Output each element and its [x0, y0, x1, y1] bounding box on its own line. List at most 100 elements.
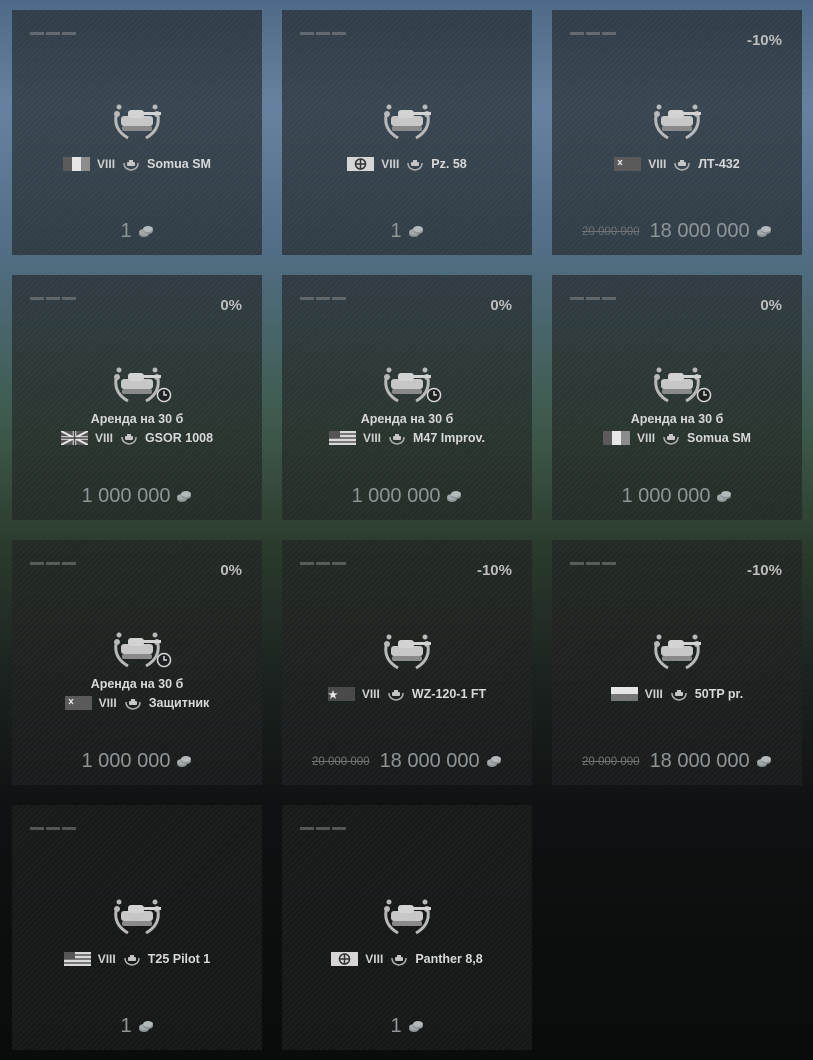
price-line: 20 000 000 18 000 000: [552, 220, 802, 243]
price: 1: [390, 1015, 402, 1037]
vehicle-line: VIII GSOR 1008: [12, 431, 262, 445]
clock-icon: [156, 387, 172, 403]
vehicle-line: VIII ЛТ-432: [552, 157, 802, 171]
price: 18 000 000: [379, 750, 480, 772]
credits-icon: [717, 490, 732, 502]
usa-flag-icon: [63, 952, 91, 966]
tier-label: VIII: [644, 687, 663, 701]
discount-badge: -10%: [476, 562, 512, 579]
premium-tank-icon: [671, 690, 687, 701]
tank-rank-bar-icon: [30, 562, 76, 565]
vehicle-line: VIII Somua SM: [552, 431, 802, 445]
tank-rank-bar-icon: [570, 297, 616, 300]
tank-wreath-emblem-icon: [384, 104, 431, 140]
price-line: 1 000 000: [12, 750, 262, 773]
germany-flag-icon: [331, 952, 359, 966]
tank-rank-bar-icon: [30, 32, 76, 35]
price: 18 000 000: [649, 220, 750, 242]
credits-icon: [138, 1020, 153, 1032]
price: 1: [120, 1015, 132, 1037]
tier-label: VIII: [362, 431, 381, 445]
credits-icon: [447, 490, 462, 502]
china-flag-icon: [327, 687, 355, 701]
rental-label: Аренда на 30 б: [630, 412, 724, 426]
rental-label: Аренда на 30 б: [360, 412, 454, 426]
clock-icon: [426, 387, 442, 403]
price: 1: [120, 220, 132, 242]
tank-rank-bar-icon: [30, 827, 76, 830]
premium-tank-icon: [407, 160, 424, 171]
price: 1: [390, 220, 402, 242]
vehicle-name: Somua SM: [147, 157, 211, 171]
vehicle-offer-card[interactable]: 0% Аренда на 30 б VIII Somua SM 1 000 00…: [552, 275, 802, 520]
vehicle-line: VIII M47 Improv.: [282, 431, 532, 445]
vehicle-offer-card[interactable]: VIII Somua SM 1: [12, 10, 262, 255]
usa-flag-icon: [328, 431, 356, 445]
vehicle-offer-card[interactable]: -10% VIII 50TP pr. 20 000 000 18 000 000: [552, 540, 802, 785]
vehicle-name: WZ-120-1 FT: [411, 687, 487, 701]
price: 1 000 000: [351, 485, 441, 507]
price-line: 1: [12, 1015, 262, 1038]
discount-badge: 0%: [220, 562, 242, 579]
vehicle-line: VIII T25 Pilot 1: [12, 952, 262, 966]
premium-tank-icon: [121, 434, 137, 445]
vehicle-name: Защитник: [148, 696, 210, 710]
tier-label: VIII: [365, 952, 384, 966]
discount-badge: -10%: [746, 32, 782, 49]
old-price: 20 000 000: [312, 755, 370, 768]
ussr-flag-icon: [64, 696, 92, 710]
tank-wreath-emblem-icon: [654, 104, 701, 140]
vehicle-name: Somua SM: [687, 431, 751, 445]
credits-icon: [177, 755, 192, 767]
premium-tank-icon: [674, 160, 691, 171]
vehicle-name: T25 Pilot 1: [147, 952, 211, 966]
vehicle-offer-card[interactable]: 0% Аренда на 30 б VIII GSOR 1008 1 000 0…: [12, 275, 262, 520]
vehicle-offer-card[interactable]: VIII Panther 8,8 1: [282, 805, 532, 1050]
price-line: 20 000 000 18 000 000: [282, 750, 532, 773]
tier-label: VIII: [94, 431, 113, 445]
premium-tank-icon: [663, 434, 679, 445]
premium-tank-icon: [391, 955, 408, 966]
price-line: 1 000 000: [12, 485, 262, 508]
credits-icon: [486, 755, 501, 767]
rental-label: Аренда на 30 б: [90, 412, 184, 426]
tier-label: VIII: [98, 696, 117, 710]
credits-icon: [756, 225, 771, 237]
vehicle-offer-card[interactable]: VIII Pz. 58 1: [282, 10, 532, 255]
vehicle-name: 50TP pr.: [694, 687, 744, 701]
tank-rank-bar-icon: [300, 32, 346, 35]
clock-icon: [696, 387, 712, 403]
discount-badge: 0%: [220, 297, 242, 314]
vehicle-name: GSOR 1008: [144, 431, 214, 445]
vehicle-name: ЛТ-432: [698, 157, 740, 171]
discount-badge: -10%: [746, 562, 782, 579]
tank-rank-bar-icon: [300, 562, 346, 565]
vehicle-offer-card[interactable]: -10% VIII ЛТ-432 20 000 000 18 000 000: [552, 10, 802, 255]
price-line: 1 000 000: [552, 485, 802, 508]
premium-tank-icon: [123, 160, 139, 171]
price-line: 1: [282, 1015, 532, 1038]
premium-tank-icon: [123, 955, 140, 966]
tank-wreath-emblem-icon: [384, 899, 431, 935]
vehicle-shop-grid: VIII Somua SM 1 VIII Pz. 58 1 -10% VIII …: [0, 0, 813, 1060]
credits-icon: [138, 225, 153, 237]
ussr-flag-icon: [614, 157, 642, 171]
vehicle-offer-card[interactable]: 0% Аренда на 30 б VIII Защитник 1 000 00…: [12, 540, 262, 785]
premium-tank-icon: [124, 699, 141, 710]
credits-icon: [177, 490, 192, 502]
poland-flag-icon: [610, 687, 638, 701]
vehicle-offer-card[interactable]: -10% VIII WZ-120-1 FT 20 000 000 18 000 …: [282, 540, 532, 785]
old-price: 20 000 000: [582, 755, 640, 768]
vehicle-line: VIII WZ-120-1 FT: [282, 687, 532, 701]
vehicle-offer-card[interactable]: VIII T25 Pilot 1 1: [12, 805, 262, 1050]
price: 1 000 000: [81, 485, 171, 507]
tank-wreath-emblem-icon: [384, 634, 431, 670]
tank-wreath-emblem-icon: [114, 899, 161, 935]
premium-tank-icon: [388, 690, 404, 701]
vehicle-offer-card[interactable]: 0% Аренда на 30 б VIII M47 Improv. 1 000…: [282, 275, 532, 520]
germany-flag-icon: [347, 157, 375, 171]
france-flag-icon: [603, 431, 631, 445]
price-line: 20 000 000 18 000 000: [552, 750, 802, 773]
france-flag-icon: [63, 157, 91, 171]
tier-label: VIII: [97, 157, 116, 171]
